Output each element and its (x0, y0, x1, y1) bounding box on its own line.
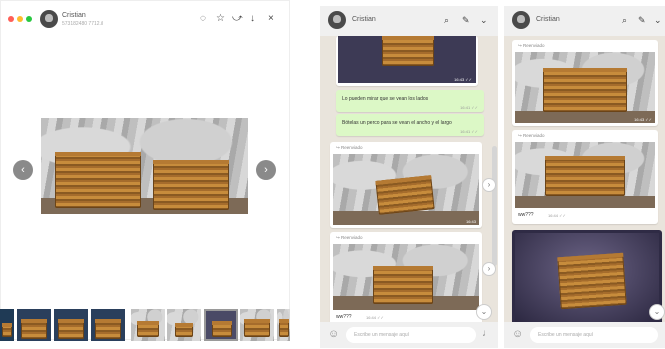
message-time: 16:43 (465, 219, 476, 224)
avatar[interactable] (328, 11, 346, 29)
thumbnail[interactable] (131, 309, 165, 341)
window-minimize-dot[interactable] (17, 16, 23, 22)
image-caption: ww??? (336, 314, 352, 320)
scrollbar[interactable] (492, 146, 497, 266)
forwarded-image-message[interactable]: ↪ Reenviado 16:43 ✓✓ (512, 40, 658, 126)
compose-bar: ☺ Escribe un mensaje aquí (504, 322, 665, 348)
basket-left (55, 152, 141, 208)
chat-header: Cristian ⌕ ✎ ⌄ (504, 6, 665, 36)
message-time: 16:43 ✓✓ (634, 117, 652, 122)
share-icon[interactable]: ⤻ (232, 14, 243, 24)
scroll-down-button[interactable]: ⌄ (476, 304, 492, 320)
speech-bubble-icon[interactable]: ◌ (200, 14, 206, 24)
photo (515, 142, 655, 208)
scroll-down-button[interactable]: ⌄ (649, 304, 665, 320)
microphone-icon[interactable]: ♩ (482, 329, 492, 339)
chevron-down-icon[interactable]: ⌄ (654, 15, 662, 25)
thumbnail[interactable] (0, 309, 14, 341)
contact-name: Cristian (352, 16, 376, 23)
close-icon[interactable]: × (268, 14, 274, 24)
forwarded-label: ↪ Reenviado (518, 43, 545, 48)
emoji-icon[interactable]: ☺ (512, 329, 523, 340)
window-zoom-dot[interactable] (26, 16, 32, 22)
message-time: 16:44 ✓✓ (548, 213, 566, 218)
compose-bar: ☺ Escribe un mensaje aquí ♩ (320, 322, 498, 348)
contact-name: Cristian (62, 12, 86, 19)
thumbnail[interactable] (54, 309, 88, 341)
thumbnail[interactable] (240, 309, 274, 341)
thumbnail[interactable] (167, 309, 201, 341)
media-viewer: Cristian 573182480 7712.il ◌ ☆ ⤻ ↓ × ‹ › (0, 0, 290, 341)
chevron-down-icon[interactable]: ⌄ (480, 15, 488, 25)
thumbnail[interactable] (17, 309, 51, 341)
input-placeholder: Escribe un mensaje aquí (354, 332, 410, 338)
attach-icon[interactable]: ✎ (638, 15, 646, 25)
download-icon[interactable]: ↓ (250, 14, 255, 24)
message-input[interactable]: Escribe un mensaje aquí (346, 327, 476, 343)
thumbnail[interactable] (277, 309, 290, 341)
avatar[interactable] (40, 10, 58, 28)
thumbnail-selected[interactable] (204, 309, 238, 341)
photo (333, 244, 479, 310)
main-photo (41, 118, 248, 214)
image-message[interactable]: 16:43 ✓✓ (336, 36, 478, 86)
emoji-icon[interactable]: ☺ (328, 329, 339, 340)
message-time: 16:43 ✓✓ (454, 77, 472, 82)
search-icon[interactable]: ⌕ (444, 15, 449, 25)
image-caption: ww??? (518, 212, 534, 218)
message-text: Bótelas un perco para se vean el ancho y… (342, 120, 452, 126)
forwarded-image-message[interactable]: ↪ Reenviado 16:43 (330, 142, 482, 228)
forwarded-label: ↪ Reenviado (336, 145, 363, 150)
message-time: 16:44 ✓✓ (366, 315, 384, 320)
chat-window: Cristian ⌕ ✎ ⌄ 16:43 ✓✓ Lo pueden mirar … (320, 6, 498, 348)
chat-header: Cristian ⌕ ✎ ⌄ (320, 6, 498, 36)
window-close-dot[interactable] (8, 16, 14, 22)
basket-right (153, 160, 229, 210)
photo (333, 154, 479, 225)
contact-name: Cristian (536, 16, 560, 23)
contact-subtitle: 573182480 7712.il (62, 21, 104, 27)
previous-button[interactable]: ‹ (13, 160, 33, 180)
photo (338, 36, 476, 83)
star-icon[interactable]: ☆ (216, 14, 225, 24)
chevron-right-icon[interactable]: › (482, 262, 496, 276)
input-placeholder: Escribe un mensaje aquí (538, 332, 594, 338)
chevron-right-icon[interactable]: › (482, 178, 496, 192)
attach-icon[interactable]: ✎ (462, 15, 470, 25)
next-button[interactable]: › (256, 160, 276, 180)
message-time: 16:41 ✓✓ (460, 129, 478, 134)
chat-window: Cristian ⌕ ✎ ⌄ ↪ Reenviado 16:43 ✓✓ ↪ Re… (504, 6, 665, 348)
message-text: Lo pueden mirar que se vean los lados (342, 96, 429, 102)
outgoing-message[interactable]: Lo pueden mirar que se vean los lados 16… (336, 90, 484, 112)
forwarded-image-message[interactable]: ↪ Reenviado ww??? 16:44 ✓✓ (330, 232, 482, 326)
forwarded-label: ↪ Reenviado (336, 235, 363, 240)
message-input[interactable]: Escribe un mensaje aquí (530, 327, 658, 343)
avatar[interactable] (512, 11, 530, 29)
photo (515, 52, 655, 123)
forwarded-label: ↪ Reenviado (518, 133, 545, 138)
search-icon[interactable]: ⌕ (622, 15, 627, 25)
photo (515, 233, 659, 323)
forwarded-image-message[interactable]: ↪ Reenviado ww??? 16:44 ✓✓ (512, 130, 658, 224)
message-time: 16:41 ✓✓ (460, 105, 478, 110)
thumbnail[interactable] (91, 309, 125, 341)
image-message[interactable] (512, 230, 662, 326)
outgoing-message[interactable]: Bótelas un perco para se vean el ancho y… (336, 114, 484, 136)
